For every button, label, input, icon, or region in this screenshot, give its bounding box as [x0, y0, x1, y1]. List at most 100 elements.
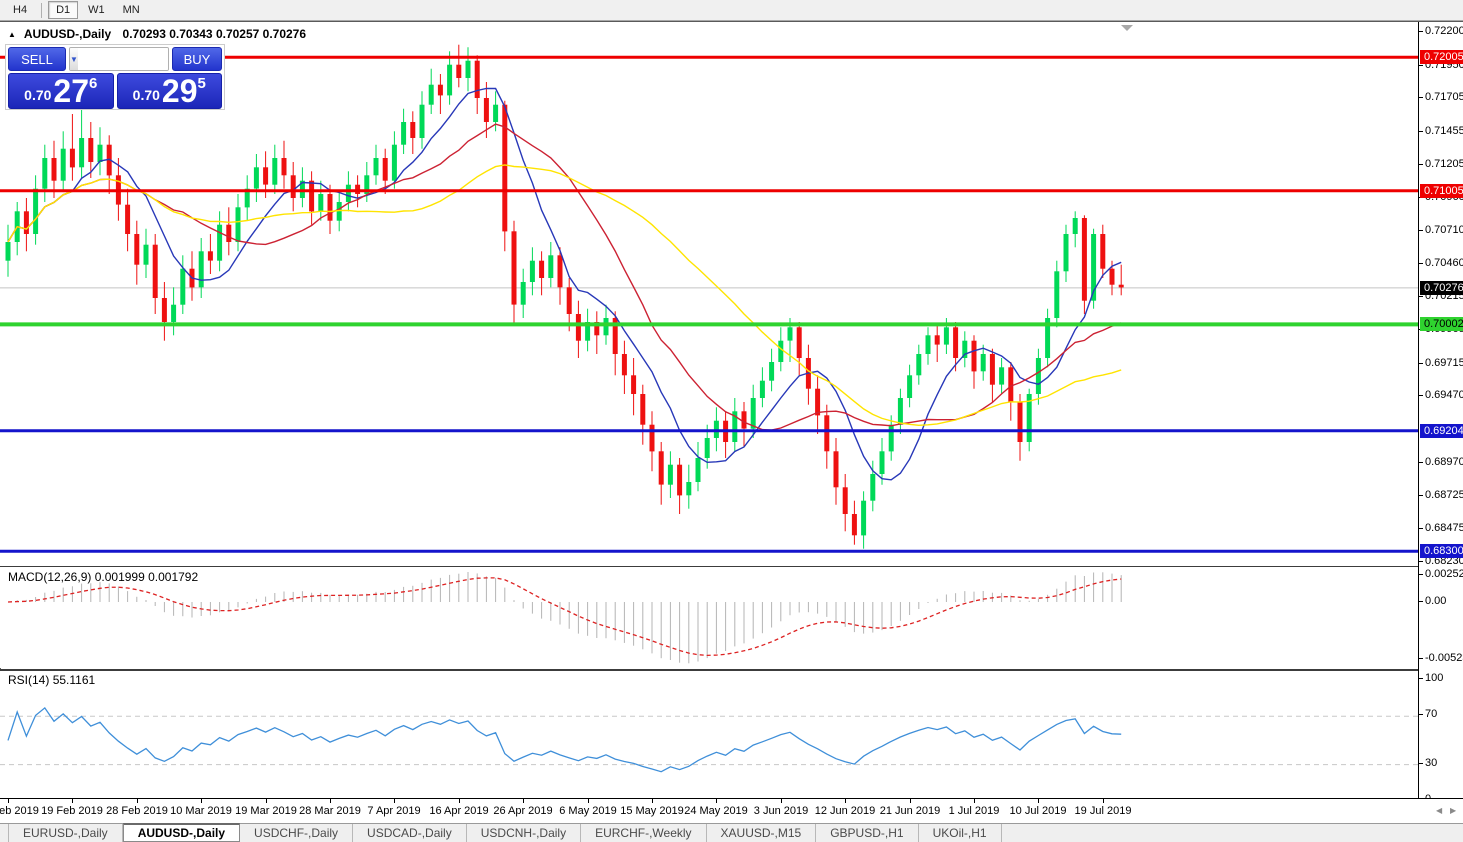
date-tick-mark — [974, 799, 975, 803]
date-tick-label: 3 Jun 2019 — [753, 805, 809, 817]
date-tick-label: 24 May 2019 — [684, 805, 748, 817]
price-tick-mark — [1419, 296, 1423, 297]
price-tick-mark — [1419, 131, 1423, 132]
date-tick-mark — [1038, 799, 1039, 803]
rsi-tick-label: 70 — [1425, 708, 1438, 720]
macd-tick-label: 0.00 — [1425, 595, 1447, 607]
buy-price-pip: 5 — [197, 75, 206, 92]
macd-tick-label: -0.005234 — [1425, 652, 1463, 664]
price-tick-mark — [1419, 395, 1423, 396]
rsi-tick-label: 30 — [1425, 757, 1438, 769]
price-tick-label: 0.68725 — [1425, 489, 1463, 501]
price-tick-label: 0.70460 — [1425, 257, 1463, 269]
macd-indicator-pane[interactable] — [0, 566, 1418, 668]
date-tick-mark — [394, 799, 395, 803]
price-tick-label: 0.70710 — [1425, 224, 1463, 236]
chart-tab-usdchf[interactable]: USDCHF-,Daily — [240, 824, 354, 842]
date-tick-label: 19 Feb 2019 — [41, 805, 103, 817]
date-tick-label: 19 Jul 2019 — [1074, 805, 1132, 817]
price-tick-label: 0.69470 — [1425, 389, 1463, 401]
chart-shift-marker-icon — [1121, 25, 1133, 31]
timeframe-button-d1[interactable]: D1 — [48, 1, 79, 19]
rsi-indicator-pane[interactable] — [0, 669, 1418, 798]
date-tick-label: 1 Jul 2019 — [948, 805, 1000, 817]
buy-price-prefix: 0.70 — [132, 87, 160, 103]
chart-tab-audusd[interactable]: AUDUSD-,Daily — [122, 823, 241, 842]
date-axis: 10 Feb 2019 19 Feb 2019 28 Feb 2019 10 M… — [0, 798, 1463, 823]
volume-input[interactable] — [77, 48, 168, 70]
price-tick-mark — [1419, 495, 1423, 496]
hline-price-badge: 0.69204 — [1420, 424, 1463, 438]
date-tick-mark — [910, 799, 911, 803]
sell-price-main: 27 — [53, 73, 89, 109]
chart-tab-ukoil[interactable]: UKOil-,H1 — [919, 824, 1002, 842]
date-tick-mark — [588, 799, 589, 803]
macd-tick-mark — [1419, 658, 1423, 659]
date-tick-label: 10 Feb 2019 — [0, 805, 39, 817]
price-tick-mark — [1419, 31, 1423, 32]
chart-tab-usdcnh[interactable]: USDCNH-,Daily — [467, 824, 582, 842]
sell-button[interactable]: SELL — [8, 47, 66, 71]
hline-price-badge: 0.72005 — [1420, 50, 1463, 64]
chart-tab-eurusd[interactable]: EURUSD-,Daily — [8, 824, 123, 842]
chart-tab-usdcad[interactable]: USDCAD-,Daily — [353, 824, 467, 842]
date-tick-mark — [523, 799, 524, 803]
date-tick-mark — [459, 799, 460, 803]
date-tick-label: 16 Apr 2019 — [429, 805, 489, 817]
date-tick-mark — [8, 799, 9, 803]
volume-decrement-button[interactable]: ▼ — [70, 48, 78, 70]
rsi-tick-mark — [1419, 714, 1423, 715]
buy-price-main: 29 — [161, 73, 198, 109]
date-tick-label: 10 Jul 2019 — [1009, 805, 1067, 817]
hline-price-badge: 0.71005 — [1420, 184, 1463, 198]
date-tick-label: 12 Jun 2019 — [814, 805, 876, 817]
date-tick-label: 28 Feb 2019 — [106, 805, 168, 817]
price-tick-mark — [1419, 462, 1423, 463]
date-tick-mark — [781, 799, 782, 803]
price-tick-mark — [1419, 97, 1423, 98]
timeframe-button-mn[interactable]: MN — [115, 1, 148, 19]
one-click-trade-panel: SELL ▼ ▲ BUY 0.70 27 6 0.70 29 5 — [5, 44, 225, 110]
chart-tab-eurchf[interactable]: EURCHF-,Weekly — [581, 824, 707, 842]
date-tick-mark — [137, 799, 138, 803]
current-price-badge: 0.70276 — [1420, 281, 1463, 295]
date-tick-mark — [845, 799, 846, 803]
price-tick-mark — [1419, 263, 1423, 264]
hline-price-badge: 0.68300 — [1420, 544, 1463, 558]
sell-price-display[interactable]: 0.70 27 6 — [8, 73, 114, 109]
date-tick-label: 7 Apr 2019 — [367, 805, 421, 817]
buy-price-display[interactable]: 0.70 29 5 — [116, 73, 222, 109]
date-tick-mark — [201, 799, 202, 803]
date-tick-mark — [652, 799, 653, 803]
price-tick-mark — [1419, 528, 1423, 529]
price-tick-label: 0.71705 — [1425, 91, 1463, 103]
sell-price-pip: 6 — [89, 75, 98, 92]
price-axis: 0.72200 0.71950 0.71705 0.71455 0.71205 … — [1418, 22, 1463, 805]
price-tick-label: 0.69715 — [1425, 357, 1463, 369]
chart-tab-xauusd[interactable]: XAUUSD-,M15 — [707, 824, 817, 842]
sell-price-prefix: 0.70 — [24, 87, 52, 103]
date-tick-label: 10 Mar 2019 — [170, 805, 232, 817]
timeframe-button-w1[interactable]: W1 — [80, 1, 113, 19]
date-tick-label: 28 Mar 2019 — [299, 805, 361, 817]
timeframe-button-h4[interactable]: H4 — [5, 1, 35, 19]
rsi-tick-label: 100 — [1425, 672, 1444, 684]
hline-price-badge: 0.70002 — [1420, 317, 1463, 331]
price-tick-mark — [1419, 65, 1423, 66]
price-tick-label: 0.71455 — [1425, 125, 1463, 137]
scroll-left-icon[interactable]: ◀ — [1436, 806, 1442, 815]
date-tick-mark — [266, 799, 267, 803]
macd-tick-mark — [1419, 574, 1423, 575]
terminal-window: H4 D1 W1 MN ▲ AUDUSD-,Daily 0.70293 0.70343… — [0, 0, 1463, 842]
date-tick-label: 26 Apr 2019 — [493, 805, 553, 817]
rsi-tick-mark — [1419, 678, 1423, 679]
chart-tab-bar: EURUSD-,Daily AUDUSD-,Daily USDCHF-,Daily U… — [0, 823, 1463, 842]
price-tick-label: 0.68970 — [1425, 456, 1463, 468]
scroll-right-icon[interactable]: ▶ — [1450, 806, 1456, 815]
chart-tab-gbpusd[interactable]: GBPUSD-,H1 — [816, 824, 919, 842]
price-tick-label: 0.68475 — [1425, 522, 1463, 534]
buy-button[interactable]: BUY — [172, 47, 222, 71]
date-tick-label: 6 May 2019 — [559, 805, 617, 817]
date-tick-mark — [716, 799, 717, 803]
price-tick-label: 0.71205 — [1425, 158, 1463, 170]
